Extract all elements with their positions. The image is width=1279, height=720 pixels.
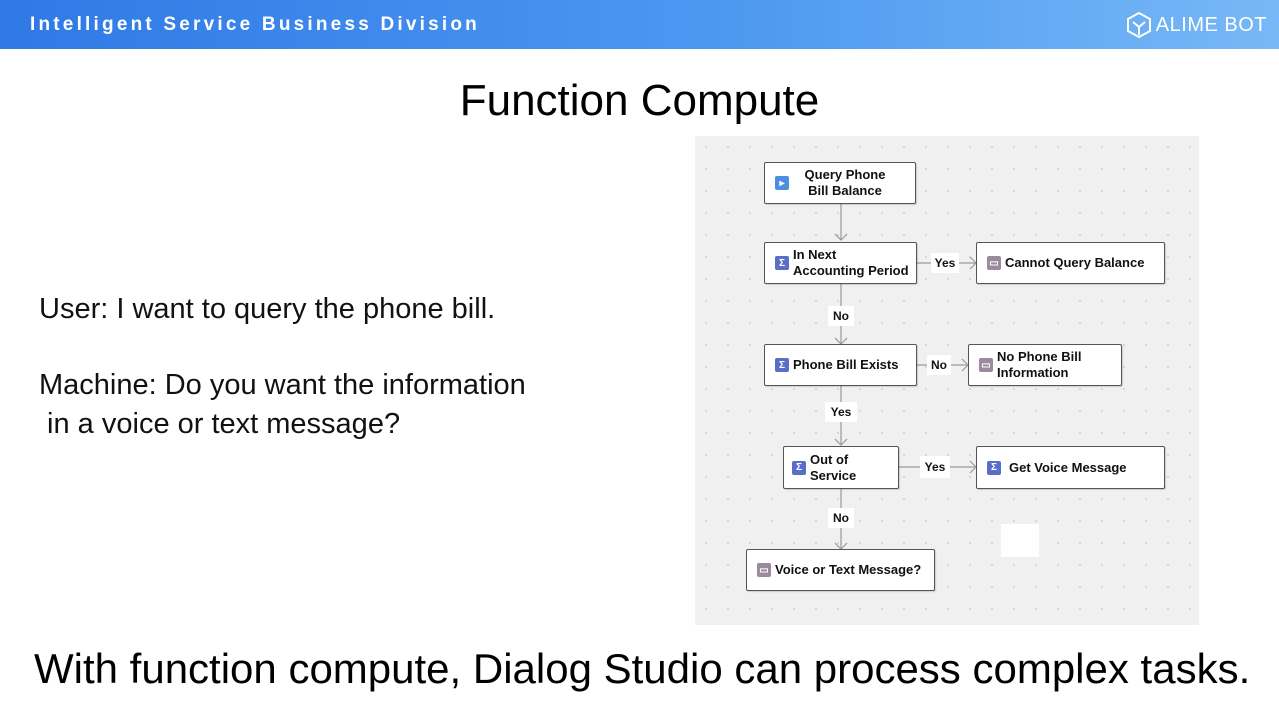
node-cannot-query-balance[interactable]: ▭ Cannot Query Balance: [976, 242, 1165, 284]
edge-label-exists-yes: Yes: [825, 402, 857, 422]
node-label: Get Voice Message: [1009, 459, 1127, 475]
node-label: No Phone Bill Information: [997, 349, 1082, 380]
node-no-phone-bill-info[interactable]: ▭ No Phone Bill Information: [968, 344, 1122, 386]
node-label: Voice or Text Message?: [775, 562, 922, 577]
user-utterance: User: I want to query the phone bill.: [39, 293, 496, 325]
node-label: Cannot Query Balance: [1005, 255, 1145, 270]
brand-logo: ALIME BOT: [1126, 11, 1267, 39]
message-icon: ▭: [757, 563, 771, 577]
slide-footer: With function compute, Dialog Studio can…: [34, 645, 1251, 692]
node-label: In Next Accounting Period: [793, 247, 909, 278]
message-icon: ▭: [979, 358, 993, 372]
edge-label-accounting-yes: Yes: [931, 253, 959, 273]
start-node-icon: ▸: [775, 176, 789, 190]
flowchart-canvas: Yes No No Yes Yes No ▸ Query Phone Bill …: [695, 136, 1199, 625]
node-label: Phone Bill Exists: [793, 357, 899, 372]
bot-hexagon-icon: [1126, 11, 1151, 39]
machine-response-line-2: in a voice or text message?: [39, 408, 401, 440]
message-icon: ▭: [987, 256, 1001, 270]
function-sigma-icon: Σ: [775, 256, 789, 270]
division-name: Intelligent Service Business Division: [30, 14, 480, 35]
edge-label-accounting-no: No: [828, 306, 854, 326]
machine-response-line-1: Machine: Do you want the information: [39, 369, 526, 401]
function-sigma-icon: Σ: [987, 460, 1001, 475]
node-label: Query Phone Bill Balance: [804, 167, 886, 198]
function-sigma-icon: Σ: [792, 460, 806, 475]
node-get-voice-message[interactable]: Σ Get Voice Message: [976, 446, 1165, 489]
node-voice-or-text-message[interactable]: ▭ Voice or Text Message?: [746, 549, 935, 591]
edge-label-service-no: No: [828, 508, 854, 528]
node-next-accounting-period[interactable]: Σ In Next Accounting Period: [764, 242, 917, 284]
edge-label-service-yes: Yes: [920, 456, 950, 478]
node-phone-bill-exists[interactable]: Σ Phone Bill Exists: [764, 344, 917, 386]
edge-label-exists-no: No: [927, 355, 951, 375]
header-bar: Intelligent Service Business Division AL…: [0, 0, 1279, 49]
node-query-phone-bill[interactable]: ▸ Query Phone Bill Balance: [764, 162, 916, 204]
blank-patch: [1001, 524, 1039, 557]
node-out-of-service[interactable]: Σ Out of Service: [783, 446, 899, 489]
function-sigma-icon: Σ: [775, 358, 789, 372]
slide-title: Function Compute: [459, 76, 820, 125]
logo-text: ALIME BOT: [1155, 13, 1267, 36]
node-label: Out of Service: [810, 451, 857, 483]
